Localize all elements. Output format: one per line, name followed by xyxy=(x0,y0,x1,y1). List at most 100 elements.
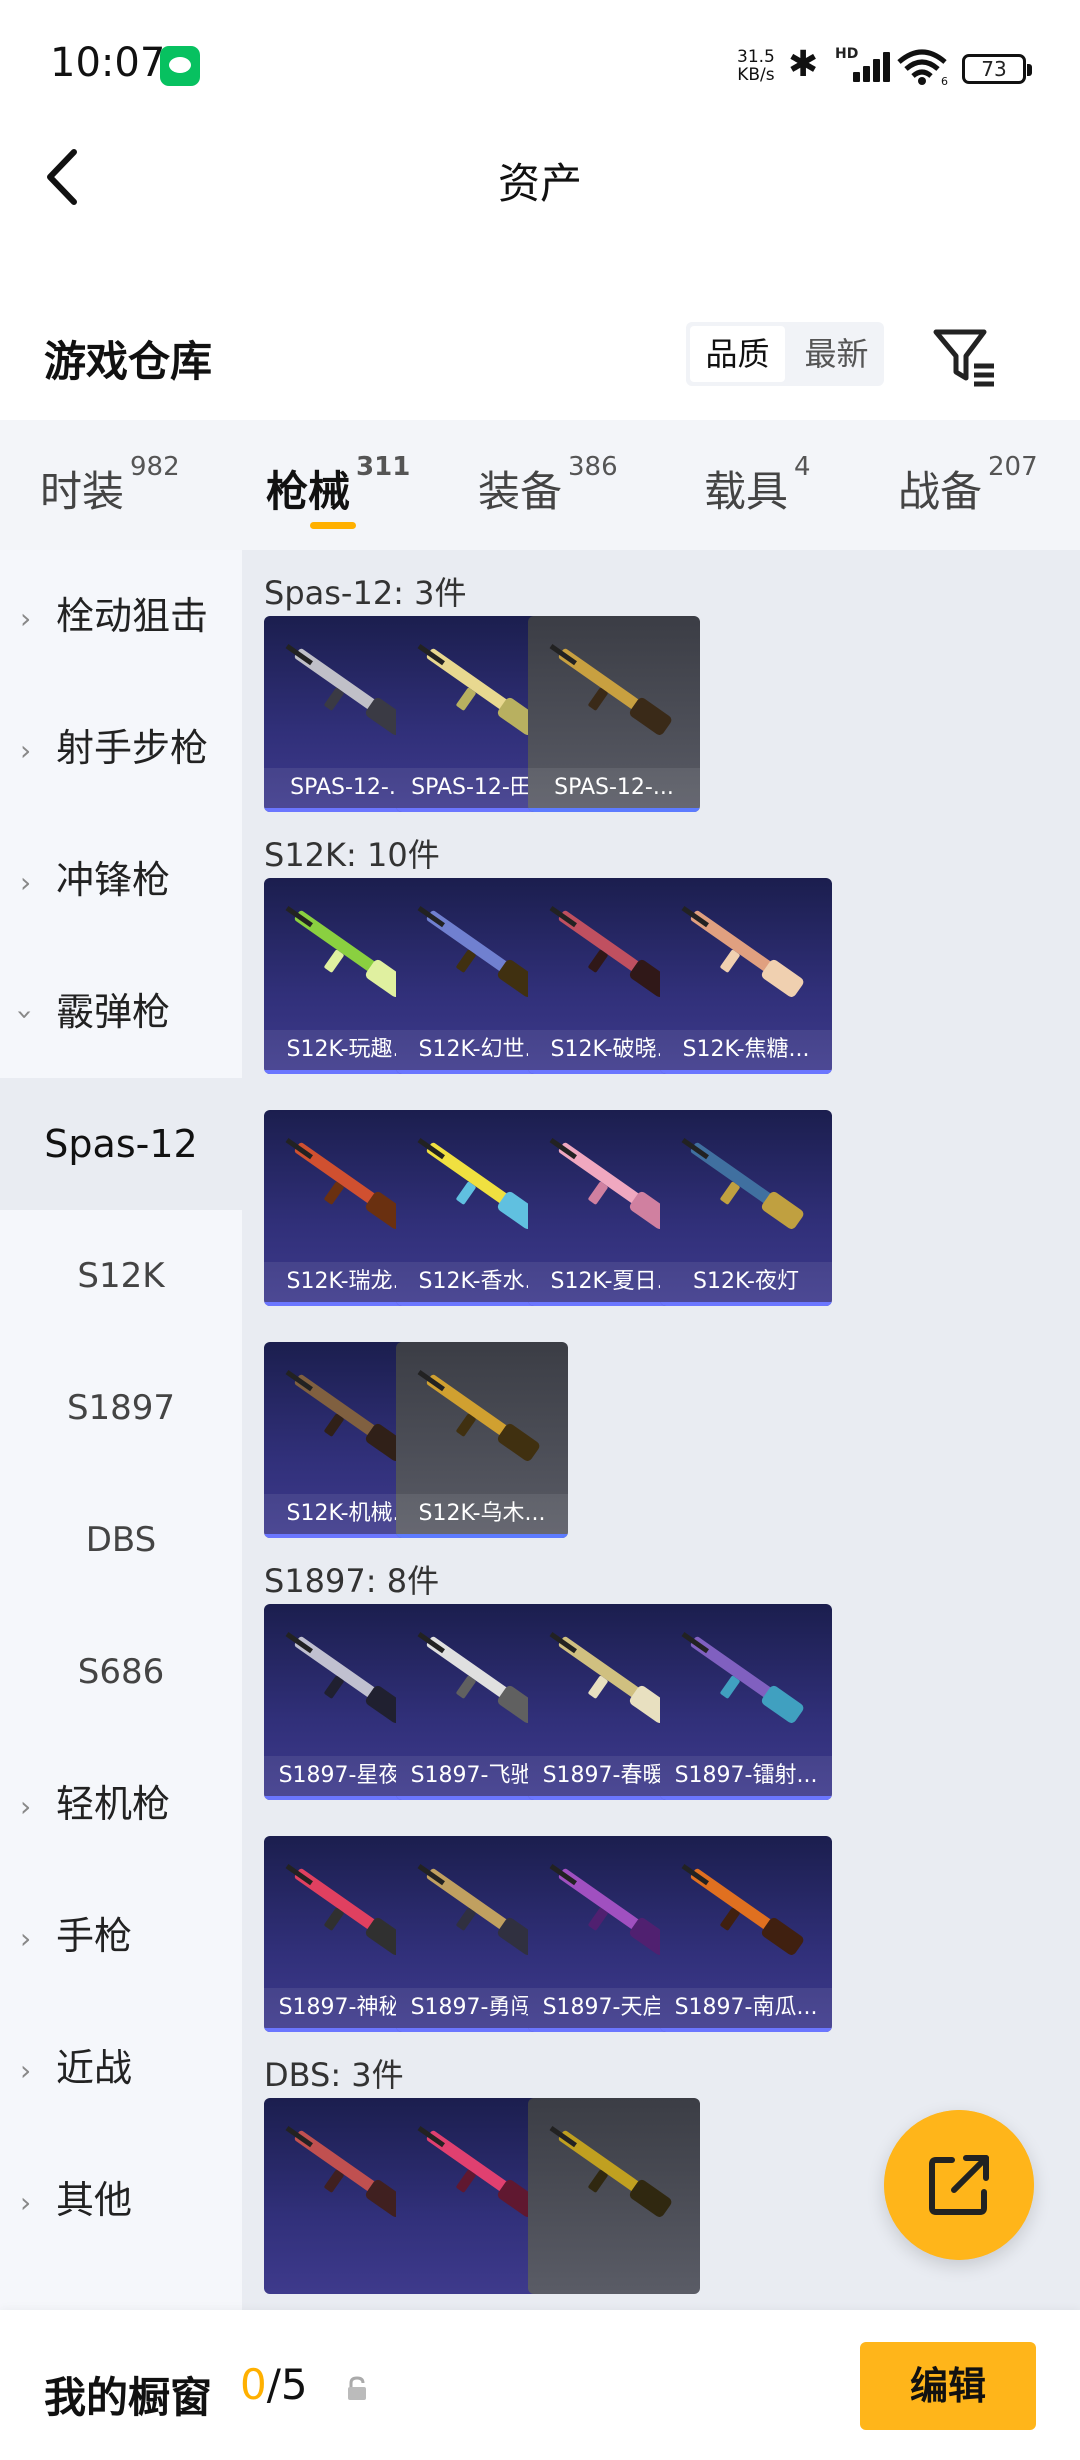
weapon-name: S12K-乌木... xyxy=(396,1494,568,1534)
weapon-icon xyxy=(417,1369,540,1461)
weapon-icon xyxy=(681,905,804,997)
share-button[interactable] xyxy=(884,2110,1034,2260)
clock: 10:07 xyxy=(50,40,166,86)
weapon-quality-bar xyxy=(660,2028,832,2032)
sidebar-item-label: 栓动狙击 xyxy=(56,594,209,638)
sort-quality-option[interactable]: 品质 xyxy=(690,326,785,382)
sidebar-item-label: 轻机枪 xyxy=(56,1782,171,1826)
weapon-grid: Spas-12: 3件 SPAS-12-... SPAS-12-田... SPAS-1… xyxy=(242,550,1080,2310)
sidebar-subitem-s12k[interactable]: S12K xyxy=(0,1210,242,1342)
sidebar-item-shotgun[interactable]: › 霰弹枪 xyxy=(0,946,242,1078)
tab-count: 386 xyxy=(568,452,618,482)
tab-label: 装备 xyxy=(478,467,563,516)
sidebar-item-label: 射手步枪 xyxy=(56,726,209,770)
page-title: 资产 xyxy=(497,159,582,208)
weapon-quality-bar xyxy=(660,1070,832,1074)
weapon-quality-bar xyxy=(396,1534,568,1538)
showcase-count: 0/5 xyxy=(240,2360,308,2409)
chevron-down-icon: › xyxy=(9,1008,43,1021)
sidebar-item-bolt-action[interactable]: › 栓动狙击 xyxy=(0,550,242,682)
weapon-icon xyxy=(549,2125,672,2217)
sidebar-item-lmg[interactable]: › 轻机枪 xyxy=(0,1738,242,1870)
tab-vehicles[interactable]: 载具 4 xyxy=(704,452,811,519)
wifi-icon: 6 xyxy=(897,49,948,86)
sidebar-subitem-dbs[interactable]: DBS xyxy=(0,1474,242,1606)
sidebar-subitem-s686[interactable]: S686 xyxy=(0,1606,242,1738)
bluetooth-icon: ✱ xyxy=(788,44,819,85)
sort-newest-option[interactable]: 最新 xyxy=(789,322,884,386)
warehouse-title: 游戏仓库 xyxy=(44,337,213,386)
tab-label: 枪械 xyxy=(266,467,351,516)
edit-button[interactable]: 编辑 xyxy=(860,2342,1036,2430)
battery-indicator: 73 xyxy=(962,54,1032,84)
tab-count: 4 xyxy=(794,452,811,482)
chevron-right-icon: › xyxy=(20,2186,32,2219)
tab-label: 战备 xyxy=(898,467,983,516)
weapon-tile[interactable] xyxy=(528,2098,700,2294)
wechat-icon xyxy=(160,46,200,86)
chevron-right-icon: › xyxy=(20,1922,32,1955)
showcase-current: 0 xyxy=(240,2360,267,2409)
weapon-tile[interactable]: S12K-夜灯 xyxy=(660,1110,832,1306)
showcase-bar: 我的橱窗 0/5 编辑 xyxy=(0,2310,1080,2460)
chevron-right-icon: › xyxy=(20,602,32,635)
weapon-quality-bar xyxy=(528,808,700,812)
tab-firearms[interactable]: 枪械 311 xyxy=(266,452,410,519)
group-title: DBS: 3件 xyxy=(264,2056,404,2094)
tab-equipment[interactable]: 装备 386 xyxy=(478,452,618,519)
sidebar-item-melee[interactable]: › 近战 xyxy=(0,2002,242,2134)
weapon-name: SPAS-12-... xyxy=(528,768,700,808)
weapon-name: S12K-焦糖... xyxy=(660,1030,832,1070)
sidebar-item-marksman[interactable]: › 射手步枪 xyxy=(0,682,242,814)
weapon-tile[interactable]: SPAS-12-... xyxy=(528,616,700,812)
lock-icon xyxy=(348,2376,366,2400)
network-speed: 31.5 KB/s xyxy=(737,48,775,84)
tab-label: 载具 xyxy=(704,467,789,516)
chevron-right-icon: › xyxy=(20,866,32,899)
chevron-right-icon: › xyxy=(20,1790,32,1823)
sidebar-item-label: 近战 xyxy=(56,2046,133,2090)
group-title: S1897: 8件 xyxy=(264,1562,440,1600)
chevron-right-icon: › xyxy=(20,2054,32,2087)
showcase-label: 我的橱窗 xyxy=(44,2373,213,2422)
active-tab-indicator xyxy=(310,522,356,529)
sidebar-item-pistol[interactable]: › 手枪 xyxy=(0,1870,242,2002)
weapon-name: S1897-南瓜... xyxy=(660,1988,832,2028)
sidebar-item-label: 霰弹枪 xyxy=(56,990,171,1034)
network-speed-value: 31.5 xyxy=(737,47,775,67)
filter-icon[interactable] xyxy=(930,322,1000,388)
weapon-type-sidebar: › 栓动狙击 › 射手步枪 › 冲锋枪 › 霰弹枪 Spas-12 S12K S1897… xyxy=(0,550,242,2310)
weapon-tile[interactable]: S12K-乌木... xyxy=(396,1342,568,1538)
weapon-icon xyxy=(681,1863,804,1955)
app-screen: 10:07 31.5 KB/s ✱ HD 6 73 资产 游戏仓库 品质 最新 xyxy=(0,0,1080,2460)
tab-label: 时装 xyxy=(40,467,125,516)
tab-fashion[interactable]: 时装 982 xyxy=(40,452,180,519)
weapon-icon xyxy=(681,1631,804,1723)
weapon-tile[interactable]: S12K-焦糖... xyxy=(660,878,832,1074)
chevron-right-icon: › xyxy=(20,734,32,767)
sidebar-item-label: 手枪 xyxy=(56,1914,133,1958)
weapon-name: S1897-镭射... xyxy=(660,1756,832,1796)
weapon-icon xyxy=(681,1137,804,1229)
sidebar-item-label: 冲锋枪 xyxy=(56,858,171,902)
showcase-total: /5 xyxy=(266,2360,308,2409)
weapon-quality-bar xyxy=(660,1302,832,1306)
sidebar-subitem-spas12[interactable]: Spas-12 xyxy=(0,1078,242,1210)
tab-count: 982 xyxy=(130,452,180,482)
tab-supplies[interactable]: 战备 207 xyxy=(898,452,1038,519)
weapon-tile[interactable]: S1897-南瓜... xyxy=(660,1836,832,2032)
status-bar: 10:07 31.5 KB/s ✱ HD 6 73 xyxy=(0,0,1080,130)
sidebar-item-other[interactable]: › 其他 xyxy=(0,2134,242,2266)
weapon-tile[interactable]: S1897-镭射... xyxy=(660,1604,832,1800)
tab-count: 311 xyxy=(356,452,411,482)
wifi-label: 6 xyxy=(941,75,948,86)
sidebar-item-smg[interactable]: › 冲锋枪 xyxy=(0,814,242,946)
tab-count: 207 xyxy=(988,452,1038,482)
sidebar-subitem-s1897[interactable]: S1897 xyxy=(0,1342,242,1474)
group-title: Spas-12: 3件 xyxy=(264,574,467,612)
signal-icon: HD xyxy=(835,46,890,86)
sort-toggle: 品质 最新 xyxy=(686,322,884,386)
weapon-quality-bar xyxy=(660,1796,832,1800)
sidebar-item-label: 其他 xyxy=(56,2178,133,2222)
hd-label: HD xyxy=(835,46,859,62)
